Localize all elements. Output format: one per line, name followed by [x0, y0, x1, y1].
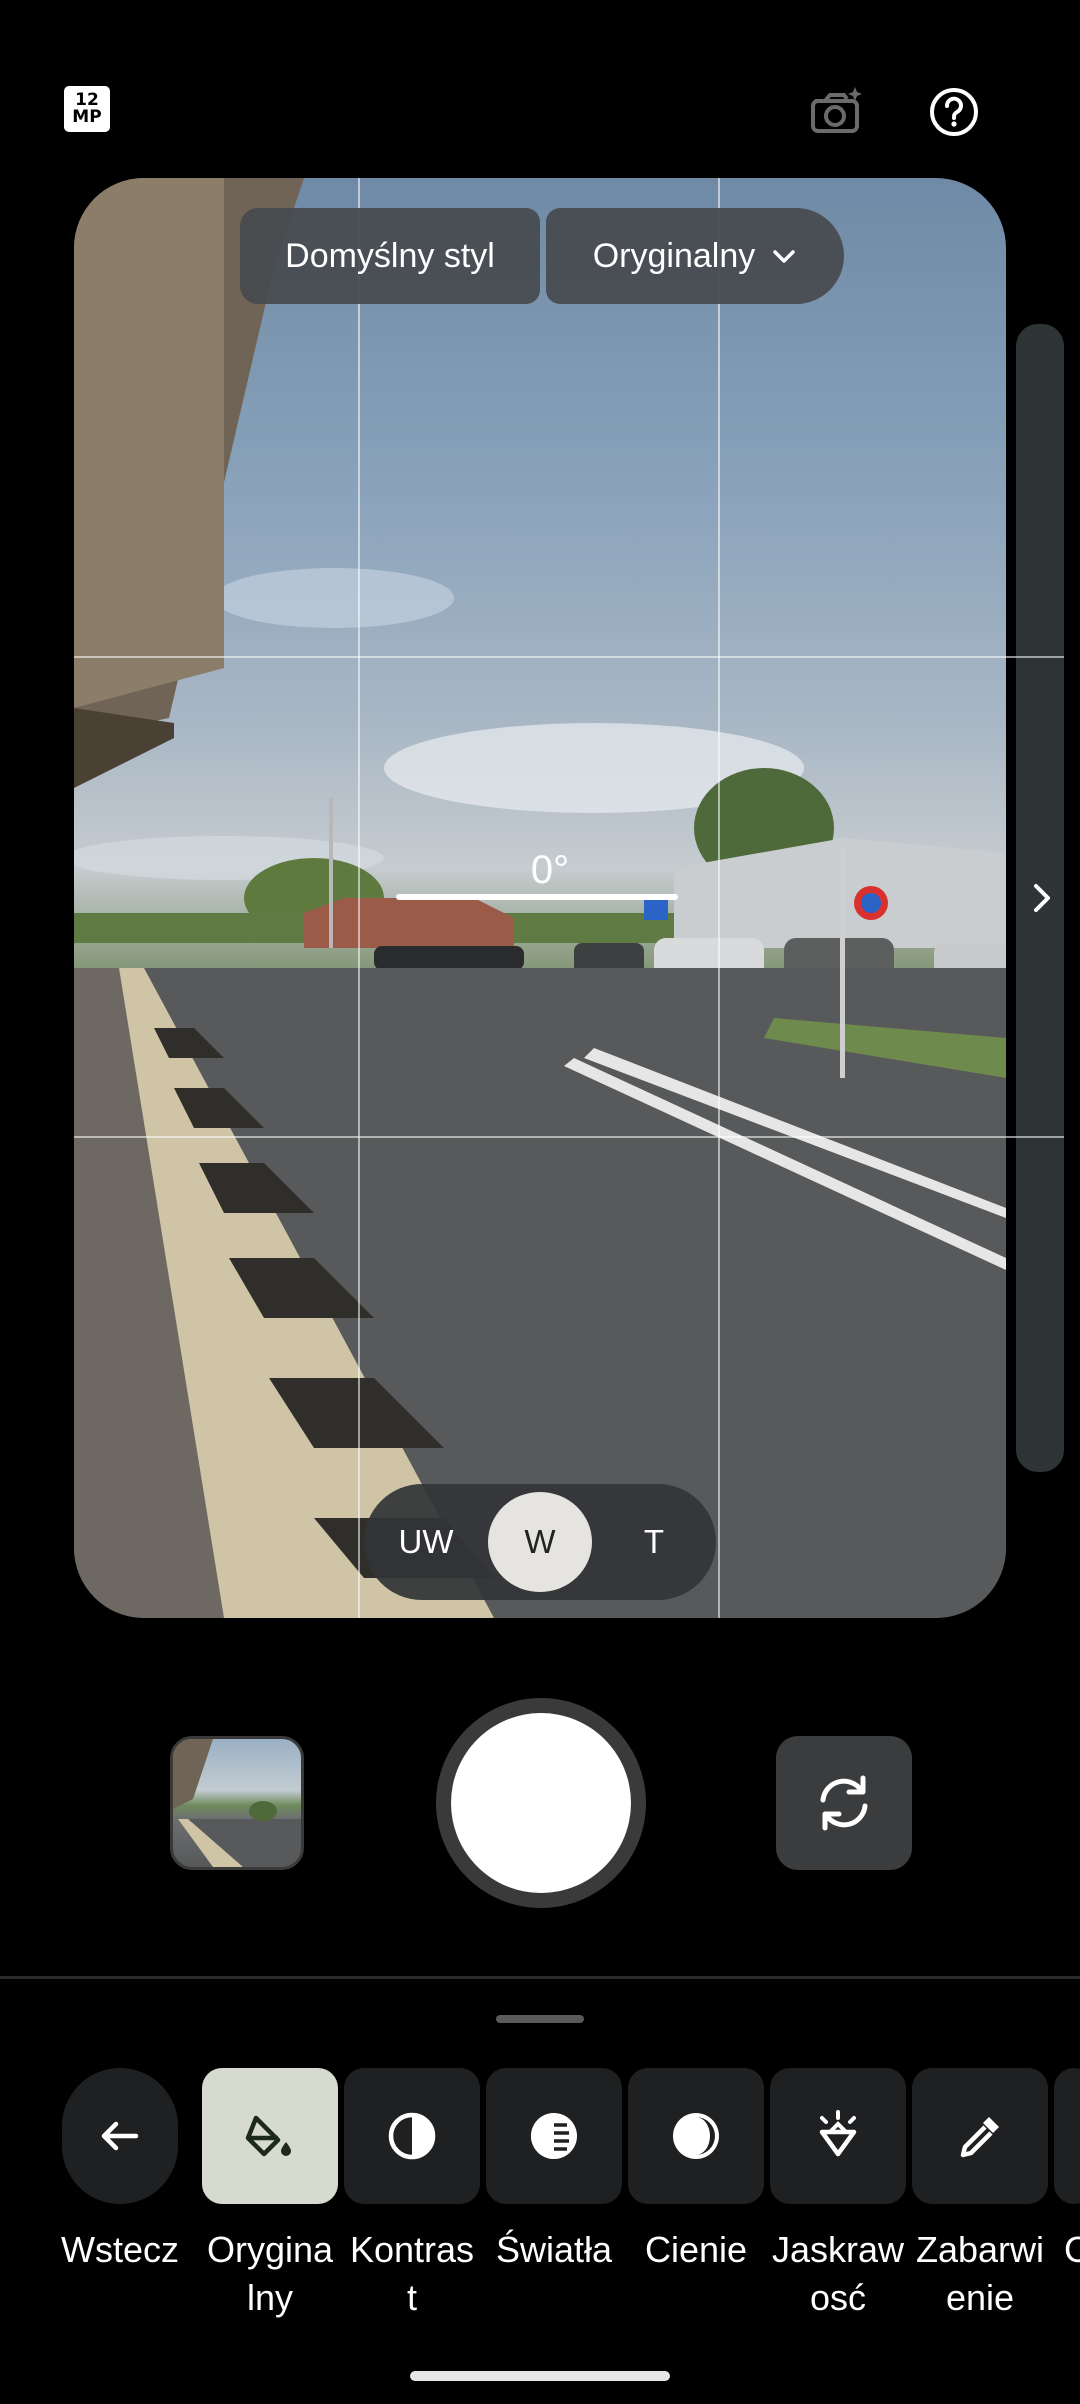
- panel-drag-handle[interactable]: [496, 2015, 584, 2023]
- chevron-down-icon: [773, 250, 795, 263]
- resolution-badge-label: 12 MP: [72, 90, 102, 127]
- style-button[interactable]: Domyślny styl: [240, 208, 540, 304]
- tool-label-highlights: Światła: [495, 2229, 613, 2270]
- gesture-nav-bar[interactable]: [410, 2371, 670, 2381]
- grid-line-horizontal: [74, 656, 1064, 658]
- tool-label-original: Orygina lny: [206, 2229, 334, 2318]
- grid-line-vertical: [718, 178, 720, 1618]
- tool-label-tint: Zabarwi enie: [915, 2229, 1045, 2318]
- highlights-icon: [531, 2113, 577, 2159]
- contrast-icon: [388, 2112, 436, 2160]
- lens-t[interactable]: T: [602, 1492, 706, 1592]
- vibrance-icon: [819, 2110, 857, 2157]
- lens-w[interactable]: W: [488, 1492, 592, 1592]
- tool-label-shadows: Cienie: [644, 2229, 748, 2270]
- tint-dropper-icon: [960, 2117, 999, 2158]
- tool-label-partial: C: [1064, 2229, 1080, 2270]
- tool-shadows[interactable]: [628, 2068, 764, 2204]
- back-button[interactable]: [62, 2068, 178, 2204]
- lens-uw[interactable]: UW: [374, 1492, 478, 1592]
- style-button-label: Domyślny styl: [285, 236, 495, 275]
- tool-vibrance[interactable]: [770, 2068, 906, 2204]
- flip-camera-icon: [820, 1775, 868, 1831]
- gallery-thumbnail[interactable]: [170, 1736, 304, 1870]
- lens-t-label: T: [643, 1523, 665, 1560]
- level-line: [396, 894, 678, 900]
- lens-uw-label: UW: [398, 1523, 454, 1560]
- tool-next-partial[interactable]: [1054, 2068, 1080, 2204]
- tool-highlights[interactable]: [486, 2068, 622, 2204]
- filter-dropdown-label: Oryginalny: [592, 236, 756, 275]
- shadows-icon: [673, 2113, 719, 2159]
- tool-original[interactable]: [202, 2068, 338, 2204]
- shutter-button[interactable]: [451, 1713, 631, 1893]
- tool-contrast[interactable]: [344, 2068, 480, 2204]
- resolution-badge[interactable]: 12 MP: [64, 86, 110, 132]
- grid-line-horizontal: [74, 1136, 1064, 1138]
- filter-dropdown[interactable]: Oryginalny: [546, 208, 844, 304]
- panel-divider: [0, 1976, 1080, 1979]
- tool-tint[interactable]: [912, 2068, 1048, 2204]
- tool-label-vibrance: Jaskraw osć: [771, 2229, 905, 2318]
- grid-line-vertical: [358, 178, 360, 1618]
- paint-bucket-icon: [245, 2115, 291, 2157]
- chevron-right-icon[interactable]: [1028, 880, 1056, 916]
- arrow-back-icon: [101, 2121, 139, 2151]
- lens-selector[interactable]: UW W T: [364, 1484, 716, 1600]
- lens-w-label: W: [524, 1523, 556, 1560]
- tool-label-back: Wstecz: [60, 2229, 179, 2270]
- camera-sparkle-icon[interactable]: [808, 84, 866, 136]
- level-readout: 0°: [530, 848, 570, 892]
- flip-camera-button[interactable]: [776, 1736, 912, 1870]
- tool-label-contrast: Kontras t: [349, 2229, 475, 2318]
- help-icon[interactable]: [926, 84, 982, 140]
